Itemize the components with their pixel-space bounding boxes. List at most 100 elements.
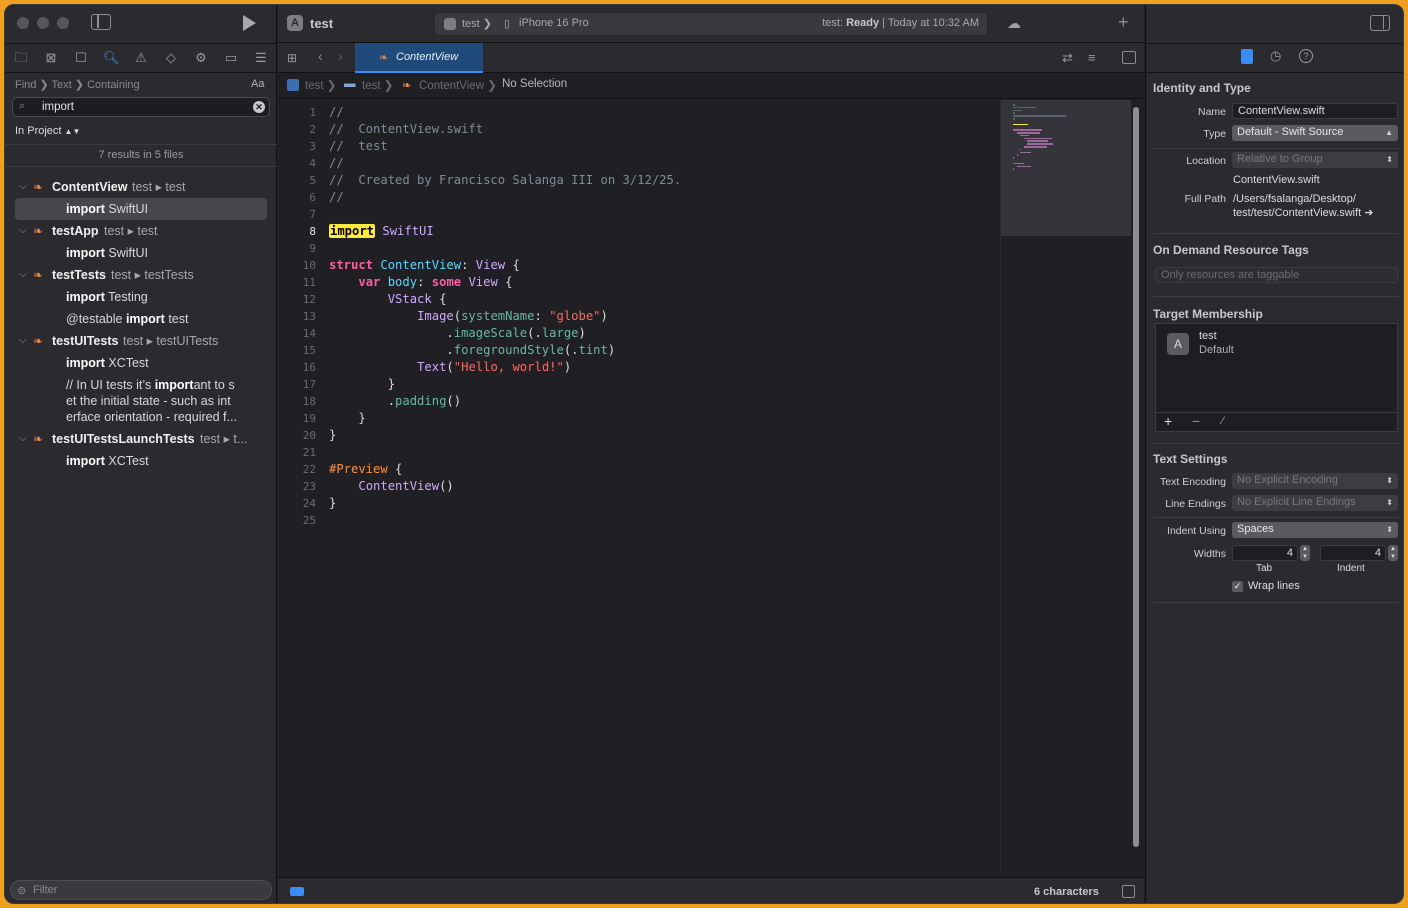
target-sub: Default [1199,344,1234,356]
add-icon[interactable]: + [1118,12,1129,33]
code-editor[interactable]: 1 // 2 // ContentView.swift 3 // test 4 // 5 // C… [278,104,998,874]
activity-view[interactable]: test ❯ ▯ iPhone 16 Pro test: Ready | Tod… [435,13,987,35]
tab-width-field[interactable]: 4 [1232,545,1298,561]
code-text: } [329,411,366,425]
help-icon[interactable]: ? [1299,49,1313,63]
fullpath-value: /Users/fsalanga/Desktop/test/test/Conten… [1233,193,1374,219]
history-icon[interactable]: ◷ [1270,48,1281,64]
reveal-in-finder-icon[interactable]: ➜ [1364,207,1373,219]
inspector-toggle-icon[interactable] [1370,15,1390,31]
result-match-row[interactable]: import XCTest [66,352,288,374]
result-file-row[interactable]: ⌵ ❧ testApp test ▸ test [5,220,277,242]
jump-file[interactable]: ContentView ❯ [419,78,497,92]
run-destination[interactable]: iPhone 16 Pro [519,17,589,29]
type-popup[interactable]: Default - Swift Source ▲ [1232,125,1398,141]
endings-popup[interactable]: No Explicit Line Endings ⬍ [1232,495,1398,511]
swift-file-icon: ❧ [33,224,44,238]
inspector-toggle-small-icon[interactable] [1122,885,1135,898]
indent-popup[interactable]: Spaces ⬍ [1232,522,1398,538]
swap-icon[interactable]: ⇄ [1062,50,1073,66]
breakpoint-icon[interactable]: ▭ [223,50,239,66]
result-match-text: et the initial state - such as int [66,394,231,408]
location-popup[interactable]: Relative to Group ⬍ [1232,152,1398,168]
zoom-window-button[interactable] [57,17,69,29]
result-file-name: testUITests [52,334,119,348]
tab-width-stepper[interactable]: ▲ ▼ [1300,545,1310,561]
find-mode-breadcrumb[interactable]: Find ❯ Text ❯ Containing [15,78,140,91]
sidebar-toggle-icon[interactable] [91,14,111,30]
result-match-hit: import [66,290,105,304]
bookmark-icon[interactable]: ☐ [73,50,89,66]
indent-width-field[interactable]: 4 [1320,545,1386,561]
wrap-lines-checkbox[interactable]: ✓ [1232,581,1243,592]
minimap[interactable] [1000,100,1131,876]
disclosure-chevron-icon[interactable]: ⌵ [19,176,29,198]
disclosure-chevron-icon[interactable]: ⌵ [19,330,29,352]
close-window-button[interactable] [17,17,29,29]
find-icon[interactable]: 🔍︎ [103,50,120,66]
result-file-name: testTests [52,268,106,282]
identity-title: Identity and Type [1153,81,1251,95]
minimize-window-button[interactable] [37,17,49,29]
result-file-row[interactable]: ⌵ ❧ ContentView test ▸ test [5,176,277,198]
debug-area-toggle-icon[interactable] [290,887,304,896]
result-match-row[interactable]: @testable import test [66,308,288,330]
cloud-icon[interactable]: ☁︎ [1007,15,1021,32]
report-icon[interactable]: ☰ [253,50,269,66]
back-icon[interactable]: ‹ [318,48,323,64]
related-items-icon[interactable]: ⊞ [287,51,297,65]
split-editor-icon[interactable] [1122,51,1136,64]
edit-target-icon[interactable]: ∕ [1222,415,1224,427]
vertical-scrollbar[interactable] [1133,107,1139,847]
debug-icon[interactable]: ⚙︎ [193,50,209,66]
find-search-field[interactable]: ⌕ import ✕ [12,97,270,117]
editor-options-icon[interactable]: ≡ [1088,50,1096,65]
encoding-popup[interactable]: No Explicit Encoding ⬍ [1232,473,1398,489]
odr-tags-field[interactable]: Only resources are taggable [1155,267,1398,283]
result-match-row[interactable]: import SwiftUI [66,242,288,264]
line-number: 5 [309,174,316,187]
navigator-pane: 🗀 ⊠ ☐ 🔍︎ ⚠︎ ◇ ⚙︎ ▭ ☰ Find ❯ Text ❯ Conta… [5,5,277,903]
minimap-line [1027,143,1053,145]
search-scope-popup[interactable]: In Project ▲▼ [15,125,80,137]
file-inspector-icon[interactable] [1241,49,1253,64]
match-case-button[interactable]: Aa [251,78,264,90]
name-field[interactable]: ContentView.swift [1232,103,1398,119]
test-icon[interactable]: ◇ [163,50,179,66]
remove-target-icon[interactable]: − [1192,413,1200,429]
clear-search-icon[interactable]: ✕ [253,101,265,113]
target-row[interactable]: A test Default [1156,328,1397,366]
line-number: 18 [302,395,316,408]
jump-project[interactable]: test ❯ [305,78,336,92]
code-text: // ContentView.swift [329,122,484,136]
code-text: ContentView() [358,479,454,493]
run-icon[interactable] [243,15,256,31]
result-match-row[interactable]: // In UI tests it’s important to s et the… [66,374,288,428]
minimap-viewport[interactable] [1001,100,1131,236]
add-target-icon[interactable]: + [1164,413,1172,429]
jump-selection[interactable]: No Selection [502,78,567,90]
folder-icon[interactable]: 🗀 [13,50,29,66]
tab-contentview[interactable]: ❧ ContentView [355,43,483,73]
encoding-label: Text Encoding [1160,476,1226,488]
result-match-row[interactable]: import Testing [66,286,288,308]
indent-width-stepper[interactable]: ▲ ▼ [1388,545,1398,561]
result-match-row[interactable]: import XCTest [66,450,288,472]
jump-group[interactable]: test ❯ [362,78,393,92]
source-control-icon[interactable]: ⊠ [43,50,59,66]
line-number: 15 [302,344,316,357]
filter-icon: ⊜ [17,885,27,897]
result-file-row[interactable]: ⌵ ❧ testUITests test ▸ testUITests [5,330,277,352]
disclosure-chevron-icon[interactable]: ⌵ [19,428,29,450]
forward-icon[interactable]: › [338,48,343,64]
scheme-selector[interactable]: test ❯ [462,17,492,30]
inspector-pane: ◷ ? Identity and Type Name ContentView.s… [1145,5,1403,903]
result-file-row[interactable]: ⌵ ❧ testTests test ▸ testTests [5,264,277,286]
line-number: 16 [302,361,316,374]
result-file-row[interactable]: ⌵ ❧ testUITestsLaunchTests test ▸ t... [5,428,277,450]
disclosure-chevron-icon[interactable]: ⌵ [19,220,29,242]
filter-field[interactable]: ⊜ Filter [10,880,272,900]
issue-icon[interactable]: ⚠︎ [133,50,149,66]
result-match-row[interactable]: import SwiftUI [15,198,267,220]
disclosure-chevron-icon[interactable]: ⌵ [19,264,29,286]
